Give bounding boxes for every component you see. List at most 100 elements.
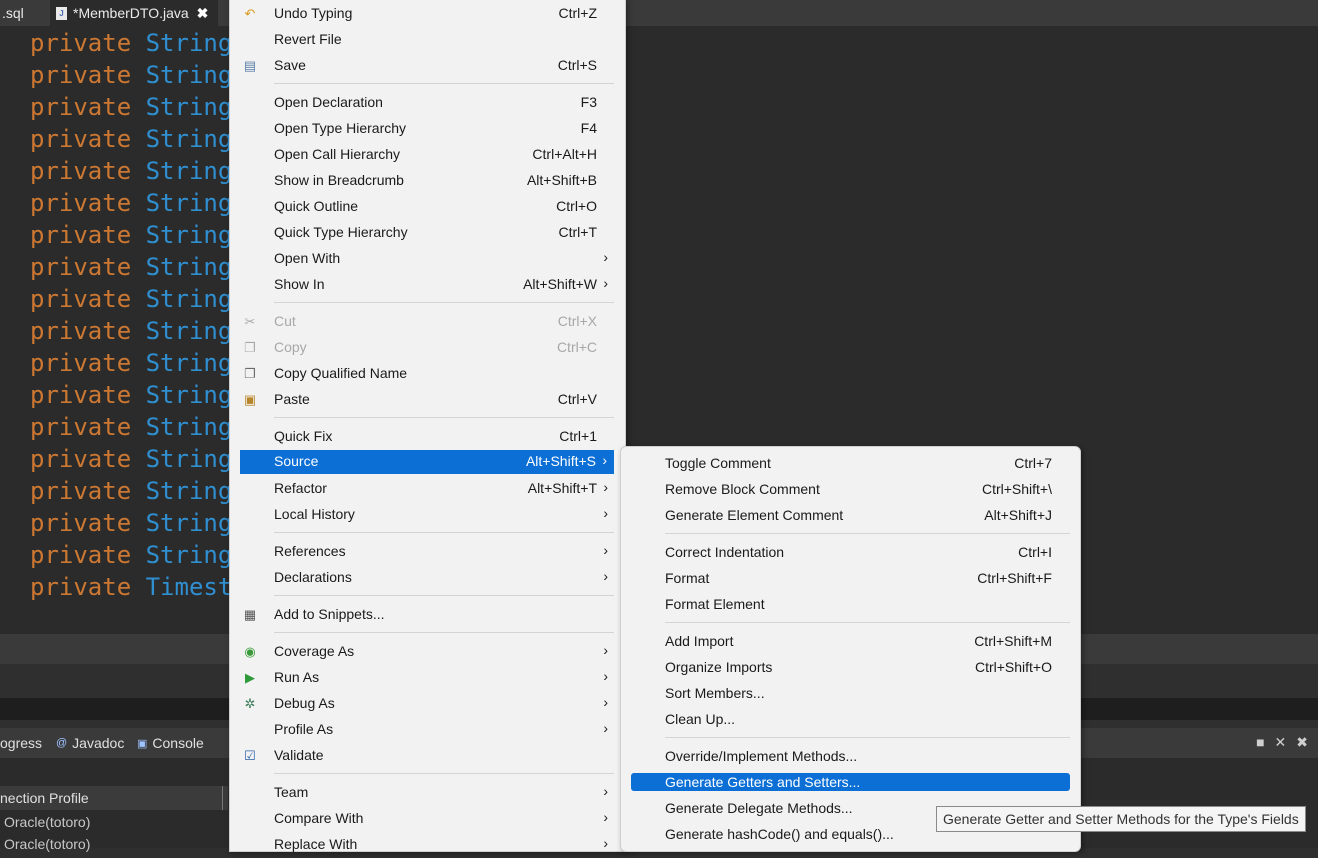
- menu-item-add-to-snippets[interactable]: ▦ Add to Snippets...: [230, 602, 625, 628]
- code-line[interactable]: private String: [30, 379, 232, 411]
- menu-item-label: Declarations: [274, 569, 352, 585]
- menu-item-undo-typing[interactable]: ↶ Undo Typing Ctrl+Z: [230, 1, 625, 27]
- menu-item-quick-outline[interactable]: Quick Outline Ctrl+O: [230, 194, 625, 220]
- code-line[interactable]: private String: [30, 123, 232, 155]
- code-line[interactable]: private String: [30, 155, 232, 187]
- menu-item-quick-type-hierarchy[interactable]: Quick Type Hierarchy Ctrl+T: [230, 220, 625, 246]
- code-line[interactable]: private String: [30, 443, 232, 475]
- menu-item-generate-getters-setters[interactable]: Generate Getters and Setters...: [631, 773, 1070, 791]
- type-name: String: [145, 413, 233, 441]
- code-line[interactable]: private String: [30, 59, 232, 91]
- close-icon[interactable]: ✖: [197, 5, 209, 22]
- tab-javadoc[interactable]: @ Javadoc: [56, 728, 124, 758]
- keyword: private: [30, 413, 132, 441]
- menu-item-profile-as[interactable]: Profile As ›: [230, 717, 625, 743]
- code-line[interactable]: private String: [30, 411, 232, 443]
- menu-item-validate[interactable]: ☑ Validate: [230, 743, 625, 769]
- remove-icon[interactable]: ✕: [1275, 734, 1287, 751]
- menu-item-override-implement[interactable]: Override/Implement Methods...: [621, 744, 1080, 770]
- code-line[interactable]: private String: [30, 187, 232, 219]
- menu-item-clean-up[interactable]: Clean Up...: [621, 707, 1080, 733]
- column-separator[interactable]: [222, 786, 223, 810]
- menu-item-label: Generate Element Comment: [665, 507, 844, 523]
- menu-item-replace-with[interactable]: Replace With ›: [230, 832, 625, 858]
- menu-item-team[interactable]: Team ›: [230, 780, 625, 806]
- menu-item-run-as[interactable]: ▶ Run As ›: [230, 665, 625, 691]
- menu-item-copy-qualified-name[interactable]: ❐ Copy Qualified Name: [230, 361, 625, 387]
- menu-item-sort-members[interactable]: Sort Members...: [621, 681, 1080, 707]
- menu-item-shortcut: Alt+Shift+S: [525, 453, 596, 469]
- chevron-right-icon: ›: [603, 479, 608, 495]
- menu-item-show-in-breadcrumb[interactable]: Show in Breadcrumb Alt+Shift+B: [230, 168, 625, 194]
- menu-item-open-call-hierarchy[interactable]: Open Call Hierarchy Ctrl+Alt+H: [230, 142, 625, 168]
- code-line[interactable]: private String: [30, 251, 232, 283]
- code-line[interactable]: private Timest: [30, 571, 232, 603]
- menu-item-shortcut: Alt+Shift+W: [523, 276, 597, 292]
- menu-item-open-type-hierarchy[interactable]: Open Type Hierarchy F4: [230, 116, 625, 142]
- menu-item-revert-file[interactable]: Revert File: [230, 27, 625, 53]
- menu-item-label: Save: [274, 57, 306, 73]
- menu-item-save[interactable]: ▤ Save Ctrl+S: [230, 53, 625, 79]
- menu-item-compare-with[interactable]: Compare With ›: [230, 806, 625, 832]
- menu-item-open-with[interactable]: Open With ›: [230, 246, 625, 272]
- editor-context-menu: ↶ Undo Typing Ctrl+Z Revert File ▤ Save …: [229, 0, 626, 852]
- menu-item-show-in[interactable]: Show In Alt+Shift+W ›: [230, 272, 625, 298]
- menu-item-format-element[interactable]: Format Element: [621, 592, 1080, 618]
- menu-item-source[interactable]: Source Alt+Shift+S ›: [240, 450, 614, 474]
- code-line[interactable]: private String: [30, 507, 232, 539]
- menu-item-shortcut: Alt+Shift+J: [984, 507, 1052, 523]
- code-line[interactable]: private String: [30, 91, 232, 123]
- menu-item-shortcut: Ctrl+C: [556, 339, 597, 355]
- menu-item-refactor[interactable]: Refactor Alt+Shift+T ›: [230, 476, 625, 502]
- tab-member-dto[interactable]: J *MemberDTO.java ✖: [50, 0, 218, 26]
- tab-sql-file[interactable]: .sql: [0, 0, 50, 26]
- tab-console[interactable]: ▣ Console: [137, 728, 204, 758]
- code-line[interactable]: private String: [30, 219, 232, 251]
- type-name: Timest: [145, 573, 233, 601]
- code-line[interactable]: private String: [30, 27, 232, 59]
- menu-item-generate-element-comment[interactable]: Generate Element Comment Alt+Shift+J: [621, 503, 1080, 529]
- keyword: private: [30, 317, 132, 345]
- menu-separator: [274, 83, 614, 84]
- chevron-right-icon: ›: [603, 835, 608, 851]
- console-icon: ▣: [137, 737, 148, 750]
- menu-item-coverage-as[interactable]: ◉ Coverage As ›: [230, 639, 625, 665]
- menu-item-format[interactable]: Format Ctrl+Shift+F: [621, 566, 1080, 592]
- keyword: private: [30, 253, 132, 281]
- stop-icon[interactable]: ■: [1256, 734, 1264, 751]
- column-header-connection-profile[interactable]: nection Profile: [0, 786, 228, 810]
- type-name: String: [145, 29, 233, 57]
- menu-item-copy[interactable]: ❐ Copy Ctrl+C: [230, 335, 625, 361]
- menu-item-remove-block-comment[interactable]: Remove Block Comment Ctrl+Shift+\: [621, 477, 1080, 503]
- menu-item-correct-indentation[interactable]: Correct Indentation Ctrl+I: [621, 540, 1080, 566]
- menu-item-quick-fix[interactable]: Quick Fix Ctrl+1: [230, 424, 625, 450]
- menu-item-label: Open Declaration: [274, 94, 383, 110]
- keyword: private: [30, 221, 132, 249]
- menu-item-organize-imports[interactable]: Organize Imports Ctrl+Shift+O: [621, 655, 1080, 681]
- type-name: String: [145, 477, 233, 505]
- type-name: String: [145, 61, 233, 89]
- list-item[interactable]: Oracle(totoro): [4, 811, 90, 833]
- menu-item-shortcut: Ctrl+Alt+H: [532, 146, 597, 162]
- menu-item-cut[interactable]: ✂ Cut Ctrl+X: [230, 309, 625, 335]
- menu-item-add-import[interactable]: Add Import Ctrl+Shift+M: [621, 629, 1080, 655]
- chevron-right-icon: ›: [602, 452, 607, 468]
- type-name: String: [145, 93, 233, 121]
- menu-item-label: Coverage As: [274, 643, 355, 659]
- menu-item-paste[interactable]: ▣ Paste Ctrl+V: [230, 387, 625, 413]
- code-line[interactable]: private String: [30, 347, 232, 379]
- code-line[interactable]: private String: [30, 475, 232, 507]
- menu-item-shortcut: Ctrl+X: [557, 313, 597, 329]
- menu-item-debug-as[interactable]: ✲ Debug As ›: [230, 691, 625, 717]
- menu-item-open-declaration[interactable]: Open Declaration F3: [230, 90, 625, 116]
- remove-all-icon[interactable]: ✖: [1296, 734, 1308, 751]
- menu-item-declarations[interactable]: Declarations ›: [230, 565, 625, 591]
- menu-item-toggle-comment[interactable]: Toggle Comment Ctrl+7: [621, 451, 1080, 477]
- menu-item-references[interactable]: References ›: [230, 539, 625, 565]
- tab-progress[interactable]: ogress: [0, 728, 42, 758]
- code-line[interactable]: private String: [30, 283, 232, 315]
- list-item[interactable]: Oracle(totoro): [4, 833, 90, 855]
- menu-item-local-history[interactable]: Local History ›: [230, 502, 625, 528]
- code-line[interactable]: private String: [30, 315, 232, 347]
- code-line[interactable]: private String: [30, 539, 232, 571]
